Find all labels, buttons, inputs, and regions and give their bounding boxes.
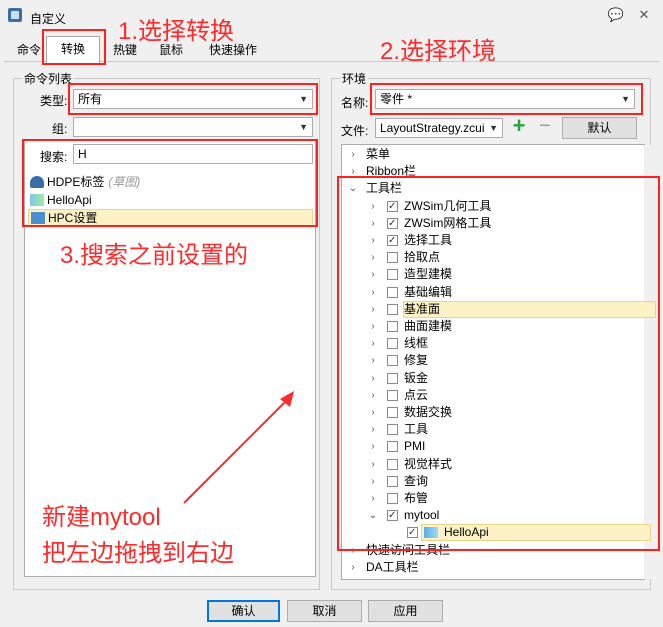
help-icon[interactable]: 💬 bbox=[606, 6, 626, 24]
highlight-env-box bbox=[370, 83, 643, 115]
annotation-step1: 1.选择转换 bbox=[118, 18, 235, 45]
annotation-step2: 2.选择环境 bbox=[380, 38, 497, 65]
app-icon bbox=[8, 8, 22, 22]
tree-item-label: 菜单 bbox=[366, 147, 391, 161]
annotation-note-line1: 新建mytool bbox=[42, 504, 161, 531]
type-label: 类型: bbox=[40, 94, 68, 108]
name-label: 名称: bbox=[341, 96, 369, 110]
command-list-label: 命令列表 bbox=[22, 70, 75, 87]
apply-button[interactable]: 应用 bbox=[368, 600, 443, 622]
chevron-down-icon: ▼ bbox=[489, 123, 498, 133]
add-icon[interactable]: + bbox=[509, 115, 529, 137]
remove-icon[interactable]: − bbox=[535, 116, 555, 137]
group-label: 组: bbox=[52, 122, 68, 136]
chevron-right-icon[interactable]: › bbox=[348, 559, 358, 576]
ok-button[interactable]: 确认 bbox=[207, 600, 280, 622]
environment-label: 环境 bbox=[340, 70, 369, 87]
tree-item-label: DA工具栏 bbox=[366, 560, 419, 574]
window-title: 自定义 bbox=[30, 12, 67, 26]
title-bar bbox=[0, 0, 663, 32]
chevron-right-icon[interactable]: › bbox=[348, 146, 358, 163]
close-icon[interactable]: ✕ bbox=[634, 6, 654, 24]
annotation-step3: 3.搜索之前设置的 bbox=[60, 242, 249, 269]
group-select[interactable]: ▼ bbox=[73, 117, 313, 137]
cancel-button[interactable]: 取消 bbox=[287, 600, 362, 622]
highlight-search-box bbox=[22, 139, 318, 227]
chevron-down-icon: ▼ bbox=[299, 122, 308, 132]
highlight-type-box bbox=[68, 83, 318, 115]
file-label: 文件: bbox=[341, 124, 369, 138]
drag-arrow-icon bbox=[183, 391, 294, 504]
highlight-tree-box bbox=[337, 176, 660, 551]
file-value: LayoutStrategy.zcui bbox=[380, 121, 485, 135]
highlight-tab-box bbox=[42, 29, 106, 65]
tab-commands[interactable]: 命令 bbox=[14, 40, 44, 61]
file-select[interactable]: LayoutStrategy.zcui ▼ bbox=[375, 118, 503, 138]
annotation-note-line2: 把左边拖拽到右边 bbox=[42, 540, 234, 567]
default-button[interactable]: 默认 bbox=[562, 117, 637, 139]
